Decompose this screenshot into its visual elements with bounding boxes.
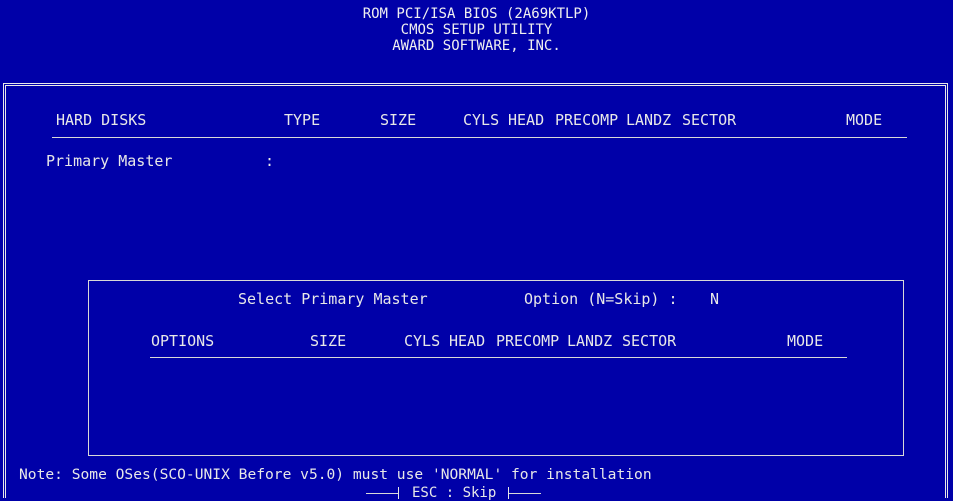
select-dialog	[88, 280, 904, 456]
dialog-col-precomp: PRECOMP	[496, 332, 560, 350]
header-divider	[52, 137, 907, 138]
bios-title: ROM PCI/ISA BIOS (2A69KTLP) CMOS SETUP U…	[0, 6, 953, 54]
dialog-option-value[interactable]: N	[710, 290, 719, 308]
dialog-option-text: Option (N=Skip) :	[524, 290, 678, 308]
installation-note: Note: Some OSes(SCO-UNIX Before v5.0) mu…	[19, 466, 652, 483]
col-head: HEAD	[508, 111, 545, 129]
dialog-col-cyls: CYLS	[404, 332, 441, 350]
row-separator: :	[265, 152, 275, 170]
col-size: SIZE	[380, 111, 417, 129]
bios-screen: { "title": { "line1": "ROM PCI/ISA BIOS …	[0, 0, 953, 501]
bios-title-line-2: CMOS SETUP UTILITY	[400, 22, 553, 38]
esc-skip-hint[interactable]: ESC : Skip	[412, 486, 496, 501]
col-cyls: CYLS	[463, 111, 500, 129]
dialog-col-landz: LANDZ	[567, 332, 613, 350]
col-landz: LANDZ	[626, 111, 672, 129]
dialog-col-mode: MODE	[787, 332, 824, 350]
col-sector: SECTOR	[682, 111, 737, 129]
col-mode: MODE	[846, 111, 883, 129]
bios-title-line-1: ROM PCI/ISA BIOS (2A69KTLP)	[362, 6, 591, 22]
col-hard-disks: HARD DISKS	[56, 111, 147, 129]
col-precomp: PRECOMP	[555, 111, 619, 129]
dialog-header-divider	[150, 357, 847, 358]
esc-right-line	[509, 493, 541, 494]
row-label-primary-master: Primary Master	[46, 152, 173, 170]
dialog-col-options: OPTIONS	[151, 332, 215, 350]
dialog-col-head: HEAD	[449, 332, 486, 350]
esc-left-line	[366, 493, 398, 494]
dialog-col-size: SIZE	[310, 332, 347, 350]
esc-left-tick	[398, 487, 399, 499]
dialog-prompt: Select Primary Master	[238, 290, 428, 308]
col-type: TYPE	[284, 111, 321, 129]
bios-title-line-3: AWARD SOFTWARE, INC.	[392, 38, 561, 54]
dialog-col-sector: SECTOR	[622, 332, 677, 350]
